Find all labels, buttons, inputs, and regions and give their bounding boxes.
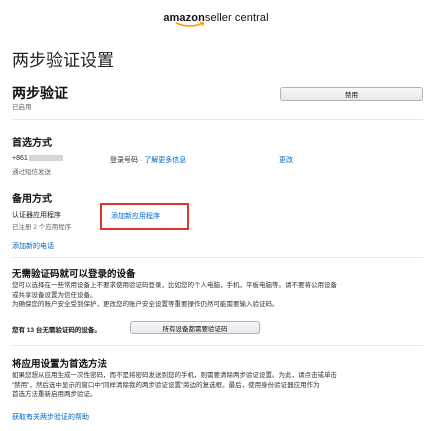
add-new-app-link[interactable]: 添加新应用程序 (111, 211, 160, 221)
divider (12, 345, 423, 346)
primary-method-heading: 首选方式 (12, 138, 52, 149)
make-primary-line-2: “禁用”，然后选中显示的窗口中“同样清除我的两步验证设置”旁边的复选框。最后，使… (12, 381, 320, 389)
no-code-line-2: 或共享设备设置为信任设备。 (12, 291, 97, 299)
amazon-smile-icon (175, 22, 205, 27)
backup-method-heading: 备用方式 (12, 194, 52, 205)
two-step-status: 已启用 (12, 104, 32, 111)
phone-prefix: +861 (12, 155, 28, 162)
two-step-heading: 两步验证 (12, 85, 68, 101)
no-code-description: 您可以选择在一些常用设备上不要求使用验证码登录，比如您的个人电脑，手机，平板电脑… (12, 281, 427, 310)
make-primary-line-1: 如果您想从应用生成一次性密码，而不是将密码发送到您的手机，则需要清除两步验证设置… (12, 372, 337, 379)
require-code-all-devices-button[interactable]: 所有设备都需要验证码 (130, 321, 260, 334)
authenticator-sub: 已注册 2 个应用程序 (12, 224, 72, 231)
trusted-device-count: 您有 13 台无需验证码的设备。 (12, 327, 101, 334)
no-code-line-3: 为确保您的账户安全受到保护，更改您的账户安全设置等重要操作仍然可能需要输入验证码… (12, 301, 279, 308)
authenticator-label: 认证器应用程序 (12, 212, 61, 219)
divider (12, 119, 423, 120)
redacted-phone-digits (28, 155, 63, 162)
amazon-seller-central-logo: amazonseller central (0, 12, 432, 28)
no-code-devices-heading: 无需验证码就可以登录的设备 (12, 269, 136, 280)
make-primary-description: 如果您想从应用生成一次性密码，而不是将密码发送到您的手机，则需要清除两步验证设置… (12, 371, 427, 400)
primary-phone-sub: 通过短信发送 (12, 169, 51, 176)
no-code-line-1: 您可以选择在一些常用设备上不要求使用验证码登录，比如您的个人电脑，手机，平板电脑… (12, 282, 337, 289)
primary-phone-number: +861 (12, 155, 63, 162)
login-code-label: 登录号码 · (110, 157, 145, 164)
divider (12, 257, 423, 258)
logo-seller-central-text: seller central (204, 12, 269, 24)
page-title: 两步验证设置 (12, 51, 114, 70)
login-code-row: 登录号码 · 了解更多信息 (110, 155, 186, 165)
disable-button[interactable]: 禁用 (280, 87, 423, 101)
add-new-phone-link[interactable]: 添加新的电话 (12, 241, 54, 251)
learn-more-link[interactable]: 了解更多信息 (144, 157, 186, 164)
make-app-primary-heading: 将应用设置为首选方法 (12, 359, 108, 370)
change-link[interactable]: 更改 (279, 155, 293, 165)
make-primary-line-3: 首选方法重新启用两步验证。 (12, 391, 97, 398)
two-step-help-link[interactable]: 获取有关两步验证的帮助 (12, 412, 89, 422)
